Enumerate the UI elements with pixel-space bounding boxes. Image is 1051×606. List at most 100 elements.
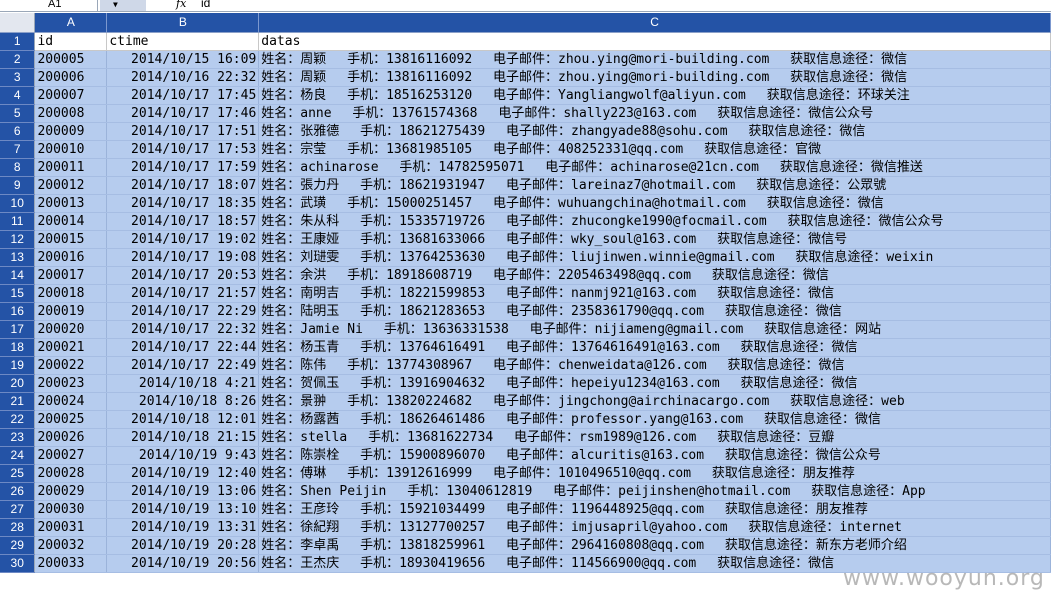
cell-datas[interactable]: 姓名：Shen Peijin 手机：13040612819 电子邮件：peiji… — [258, 482, 1051, 501]
column-header-b[interactable]: B — [106, 13, 260, 33]
cell-id[interactable]: 200013 — [34, 194, 108, 213]
cell-datas[interactable]: 姓名：陆明玉 手机：18621283653 电子邮件：2358361790@qq… — [258, 302, 1051, 321]
cell-datas[interactable]: 姓名：李卓禹 手机：13818259961 电子邮件：2964160808@qq… — [258, 536, 1051, 555]
cell-id[interactable]: 200006 — [34, 68, 108, 87]
cell-id[interactable]: 200024 — [34, 392, 108, 411]
row-header[interactable]: 22 — [0, 410, 36, 429]
cell-ctime[interactable]: 2014/10/19 12:40 — [106, 464, 260, 483]
cell-id[interactable]: 200016 — [34, 248, 108, 267]
row-header[interactable]: 16 — [0, 302, 36, 321]
chevron-down-icon[interactable]: ▼ — [113, 1, 118, 9]
cell-ctime[interactable]: 2014/10/17 21:57 — [106, 284, 260, 303]
cell-datas[interactable]: 姓名：周颖 手机：13816116092 电子邮件：zhou.ying@mori… — [258, 50, 1051, 69]
cell-id[interactable]: 200032 — [34, 536, 108, 555]
cell-id[interactable]: 200030 — [34, 500, 108, 519]
cell-datas[interactable]: 姓名：刘琎雯 手机：13764253630 电子邮件：liujinwen.win… — [258, 248, 1051, 267]
cell-id[interactable]: 200028 — [34, 464, 108, 483]
cell-ctime[interactable]: 2014/10/18 12:01 — [106, 410, 260, 429]
cell-ctime[interactable]: 2014/10/17 18:57 — [106, 212, 260, 231]
cell-id-header[interactable]: id — [34, 31, 108, 51]
cell-id[interactable]: 200029 — [34, 482, 108, 501]
cell-datas[interactable]: 姓名：stella 手机：13681622734 电子邮件：rsm1989@12… — [258, 428, 1051, 447]
select-all-corner[interactable] — [0, 13, 36, 33]
cell-ctime[interactable]: 2014/10/17 22:44 — [106, 338, 260, 357]
cell-datas[interactable]: 姓名：朱从科 手机：15335719726 电子邮件：zhucongke1990… — [258, 212, 1051, 231]
cell-id[interactable]: 200023 — [34, 374, 108, 393]
row-header[interactable]: 7 — [0, 140, 36, 159]
cell-ctime[interactable]: 2014/10/19 13:06 — [106, 482, 260, 501]
cell-datas[interactable]: 姓名：杨良 手机：18516253120 电子邮件：Yangliangwolf@… — [258, 86, 1051, 105]
cell-ctime[interactable]: 2014/10/17 19:02 — [106, 230, 260, 249]
cell-ctime[interactable]: 2014/10/19 13:31 — [106, 518, 260, 537]
row-header[interactable]: 21 — [0, 392, 36, 411]
cell-datas[interactable]: 姓名：王康娅 手机：13681633066 电子邮件：wky_soul@163.… — [258, 230, 1051, 249]
cell-id[interactable]: 200005 — [34, 50, 108, 69]
cell-ctime[interactable]: 2014/10/17 18:35 — [106, 194, 260, 213]
cell-id[interactable]: 200007 — [34, 86, 108, 105]
cell-id[interactable]: 200018 — [34, 284, 108, 303]
cell-id[interactable]: 200021 — [34, 338, 108, 357]
cell-datas[interactable]: 姓名：贺佩玉 手机：13916904632 电子邮件：hepeiyu1234@1… — [258, 374, 1051, 393]
row-header[interactable]: 25 — [0, 464, 36, 483]
row-header[interactable]: 14 — [0, 266, 36, 285]
cell-datas[interactable]: 姓名：王彦玲 手机：15921034499 电子邮件：1196448925@qq… — [258, 500, 1051, 519]
cell-id[interactable]: 200033 — [34, 554, 108, 573]
cell-id[interactable]: 200026 — [34, 428, 108, 447]
row-header[interactable]: 20 — [0, 374, 36, 393]
fx-icon[interactable]: fx — [176, 0, 186, 9]
cell-datas[interactable]: 姓名：余洪 手机：18918608719 电子邮件：2205463498@qq.… — [258, 266, 1051, 285]
row-header[interactable]: 19 — [0, 356, 36, 375]
cell-ctime[interactable]: 2014/10/17 22:29 — [106, 302, 260, 321]
row-header[interactable]: 18 — [0, 338, 36, 357]
cell-id[interactable]: 200014 — [34, 212, 108, 231]
column-header-c[interactable]: C — [258, 13, 1051, 33]
cell-id[interactable]: 200011 — [34, 158, 108, 177]
cell-id[interactable]: 200008 — [34, 104, 108, 123]
cell-ctime[interactable]: 2014/10/17 17:46 — [106, 104, 260, 123]
cell-datas[interactable]: 姓名：achinarose 手机：14782595071 电子邮件：achina… — [258, 158, 1051, 177]
name-box-dropdown[interactable] — [100, 0, 146, 11]
cell-datas[interactable]: 姓名：宗莹 手机：13681985105 电子邮件：408252331@qq.c… — [258, 140, 1051, 159]
cell-ctime[interactable]: 2014/10/17 17:53 — [106, 140, 260, 159]
cell-id[interactable]: 200017 — [34, 266, 108, 285]
row-header[interactable]: 4 — [0, 86, 36, 105]
row-header[interactable]: 11 — [0, 212, 36, 231]
row-header[interactable]: 8 — [0, 158, 36, 177]
cell-ctime[interactable]: 2014/10/17 17:45 — [106, 86, 260, 105]
column-header-a[interactable]: A — [34, 13, 108, 33]
row-header[interactable]: 5 — [0, 104, 36, 123]
row-header[interactable]: 30 — [0, 554, 36, 573]
formula-input[interactable]: id — [201, 0, 210, 9]
cell-ctime[interactable]: 2014/10/19 20:56 — [106, 554, 260, 573]
cell-ctime-header[interactable]: ctime — [106, 31, 260, 51]
cell-id[interactable]: 200012 — [34, 176, 108, 195]
row-header[interactable]: 2 — [0, 50, 36, 69]
cell-datas[interactable]: 姓名：陈伟 手机：13774308967 电子邮件：chenweidata@12… — [258, 356, 1051, 375]
cell-datas[interactable]: 姓名：傅琳 手机：13912616999 电子邮件：1010496510@qq.… — [258, 464, 1051, 483]
cell-ctime[interactable]: 2014/10/15 16:09 — [106, 50, 260, 69]
cell-ctime[interactable]: 2014/10/17 17:59 — [106, 158, 260, 177]
cell-datas-header[interactable]: datas — [258, 31, 1051, 51]
cell-id[interactable]: 200031 — [34, 518, 108, 537]
cell-ctime[interactable]: 2014/10/17 22:49 — [106, 356, 260, 375]
row-header[interactable]: 17 — [0, 320, 36, 339]
cell-ctime[interactable]: 2014/10/18 21:15 — [106, 428, 260, 447]
cell-datas[interactable]: 姓名：杨玉青 手机：13764616491 电子邮件：13764616491@1… — [258, 338, 1051, 357]
row-header[interactable]: 27 — [0, 500, 36, 519]
cell-ctime[interactable]: 2014/10/19 13:10 — [106, 500, 260, 519]
row-header[interactable]: 28 — [0, 518, 36, 537]
cell-id[interactable]: 200022 — [34, 356, 108, 375]
cell-datas[interactable]: 姓名：张雅德 手机：18621275439 电子邮件：zhangyade88@s… — [258, 122, 1051, 141]
row-header[interactable]: 26 — [0, 482, 36, 501]
row-header[interactable]: 9 — [0, 176, 36, 195]
cell-id[interactable]: 200027 — [34, 446, 108, 465]
cell-datas[interactable]: 姓名：徐紀翔 手机：13127700257 电子邮件：imjusapril@ya… — [258, 518, 1051, 537]
cell-datas[interactable]: 姓名：anne 手机：13761574368 电子邮件：shally223@16… — [258, 104, 1051, 123]
cell-datas[interactable]: 姓名：南明吉 手机：18221599853 电子邮件：nanmj921@163.… — [258, 284, 1051, 303]
cell-ctime[interactable]: 2014/10/17 22:32 — [106, 320, 260, 339]
cell-datas[interactable]: 姓名：Jamie Ni 手机：13636331538 电子邮件：nijiamen… — [258, 320, 1051, 339]
cell-datas[interactable]: 姓名：杨露茜 手机：18626461486 电子邮件：professor.yan… — [258, 410, 1051, 429]
cell-ctime[interactable]: 2014/10/17 17:51 — [106, 122, 260, 141]
cell-id[interactable]: 200020 — [34, 320, 108, 339]
row-header[interactable]: 15 — [0, 284, 36, 303]
